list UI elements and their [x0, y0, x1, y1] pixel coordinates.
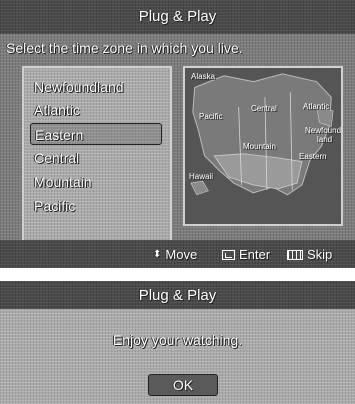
completion-title: Plug & Play — [138, 287, 217, 304]
timezone-item-eastern[interactable]: Eastern — [30, 123, 162, 145]
ok-button[interactable]: OK — [148, 374, 218, 396]
enter-icon — [222, 249, 235, 260]
enter-label: Enter — [239, 247, 271, 262]
timezone-item-newfoundland[interactable]: Newfoundland — [30, 76, 162, 98]
up-down-arrows-icon: ⬍ — [153, 248, 162, 260]
dialog-footer: ⬍ Move Enter Skip — [0, 240, 355, 268]
map-label-newfoundland: Newfound-land — [305, 126, 343, 144]
enter-hint[interactable]: Enter — [222, 247, 270, 262]
timezone-list[interactable]: Newfoundland Atlantic Eastern Central Mo… — [22, 66, 172, 261]
dialog-title-bar: Plug & Play — [0, 0, 355, 34]
completion-body: Enjoy your watching. OK — [0, 309, 355, 404]
timezone-item-atlantic[interactable]: Atlantic — [30, 99, 162, 121]
skip-label: Skip — [307, 247, 333, 262]
timezone-dialog: Plug & Play Select the time zone in whic… — [0, 0, 355, 268]
map-label-atlantic: Atlantic — [303, 102, 330, 111]
timezone-item-central[interactable]: Central — [30, 147, 162, 169]
skip-hint[interactable]: Skip — [287, 247, 332, 262]
map-label-central: Central — [251, 104, 277, 113]
move-label: Move — [165, 247, 198, 262]
timezone-item-mountain[interactable]: Mountain — [30, 171, 162, 193]
completion-message: Enjoy your watching. — [112, 332, 243, 348]
map-label-mountain: Mountain — [243, 142, 276, 151]
completion-title-bar: Plug & Play — [0, 281, 355, 309]
dialog-body: Select the time zone in which you live. … — [0, 34, 355, 261]
timezone-item-pacific[interactable]: Pacific — [30, 195, 162, 217]
skip-icon — [287, 249, 303, 260]
map-label-pacific: Pacific — [199, 112, 223, 121]
map-label-hawaii: Hawaii — [189, 172, 214, 181]
dialog-title: Plug & Play — [138, 8, 217, 25]
timezone-map: Alaska Pacific Central Atlantic Mountain… — [183, 66, 343, 226]
completion-dialog: Plug & Play Enjoy your watching. OK — [0, 281, 355, 404]
map-label-alaska: Alaska — [191, 72, 216, 81]
move-hint: ⬍ Move — [153, 247, 197, 262]
map-label-eastern: Eastern — [299, 152, 327, 161]
timezone-prompt: Select the time zone in which you live. — [6, 40, 243, 56]
